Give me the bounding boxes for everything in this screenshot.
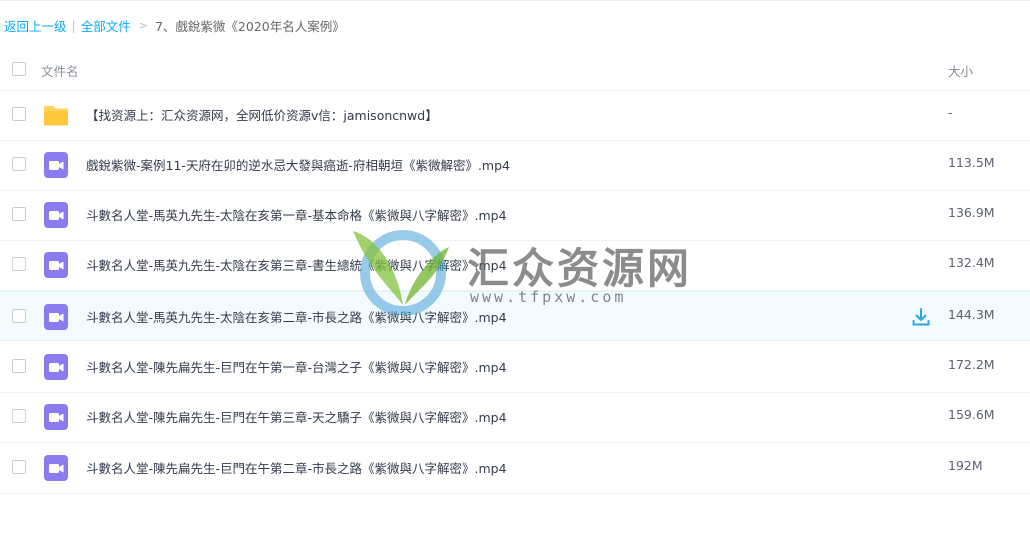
breadcrumb-separator: |: [71, 17, 76, 33]
video-icon: [44, 152, 68, 178]
breadcrumb: 返回上一级 | 全部文件 > 7、戲銳紫微《2020年名人案例》: [4, 15, 345, 35]
file-name[interactable]: 斗數名人堂-陳先扁先生-巨門在午第三章-天之驕子《紫微與八字解密》.mp4: [86, 407, 507, 426]
row-checkbox[interactable]: [12, 409, 26, 423]
file-name[interactable]: 斗數名人堂-馬英九先生-太陰在亥第三章-書生總統《紫微與八字解密》.mp4: [86, 255, 507, 274]
download-icon[interactable]: [911, 307, 931, 327]
file-size: 144.3M: [948, 307, 995, 322]
column-header-size[interactable]: 大小: [948, 61, 973, 80]
file-list-header: 文件名 大小: [0, 48, 1030, 91]
column-header-name[interactable]: 文件名: [41, 61, 79, 80]
video-icon: [44, 455, 68, 481]
video-icon: [44, 404, 68, 430]
file-row[interactable]: 【找资源上：汇众资源网，全网低价资源v信：jamisoncnwd】 -: [0, 90, 1030, 141]
breadcrumb-current-folder: 7、戲銳紫微《2020年名人案例》: [154, 18, 345, 34]
file-size: 192M: [948, 458, 983, 473]
file-size: 132.4M: [948, 255, 995, 270]
row-checkbox[interactable]: [12, 107, 26, 121]
video-icon: [44, 252, 68, 278]
row-checkbox[interactable]: [12, 207, 26, 221]
file-row-hovered[interactable]: 斗數名人堂-馬英九先生-太陰在亥第二章-市長之路《紫微與八字解密》.mp4 14…: [0, 291, 1030, 341]
all-files-link[interactable]: 全部文件: [81, 16, 131, 35]
file-row[interactable]: 斗數名人堂-陳先扁先生-巨門在午第二章-市長之路《紫微與八字解密》.mp4 19…: [0, 443, 1030, 494]
file-name[interactable]: 斗數名人堂-馬英九先生-太陰在亥第二章-市長之路《紫微與八字解密》.mp4: [86, 307, 507, 326]
file-size: 113.5M: [948, 155, 995, 170]
file-name[interactable]: 戲銳紫微-案例11-天府在卯的逆水忌大發與癌逝-府相朝垣《紫微解密》.mp4: [86, 155, 510, 174]
breadcrumb-arrow: >: [138, 18, 148, 32]
back-link[interactable]: 返回上一级: [4, 16, 67, 35]
file-row[interactable]: 斗數名人堂-馬英九先生-太陰在亥第一章-基本命格《紫微與八字解密》.mp4 13…: [0, 190, 1030, 241]
row-checkbox[interactable]: [12, 157, 26, 171]
file-name[interactable]: 【找资源上：汇众资源网，全网低价资源v信：jamisoncnwd】: [86, 105, 438, 124]
row-checkbox[interactable]: [12, 359, 26, 373]
file-name[interactable]: 斗數名人堂-陳先扁先生-巨門在午第二章-市長之路《紫微與八字解密》.mp4: [86, 458, 507, 477]
file-row[interactable]: 斗數名人堂-陳先扁先生-巨門在午第一章-台灣之子《紫微與八字解密》.mp4 17…: [0, 342, 1030, 393]
row-checkbox[interactable]: [12, 257, 26, 271]
video-icon: [44, 304, 68, 330]
select-all-checkbox[interactable]: [12, 62, 26, 76]
file-size: 172.2M: [948, 357, 995, 372]
video-icon: [44, 354, 68, 380]
file-name[interactable]: 斗數名人堂-陳先扁先生-巨門在午第一章-台灣之子《紫微與八字解密》.mp4: [86, 357, 507, 376]
file-size: 136.9M: [948, 205, 995, 220]
file-name[interactable]: 斗數名人堂-馬英九先生-太陰在亥第一章-基本命格《紫微與八字解密》.mp4: [86, 205, 507, 224]
top-divider: [0, 0, 1030, 5]
file-row[interactable]: 斗數名人堂-馬英九先生-太陰在亥第三章-書生總統《紫微與八字解密》.mp4 13…: [0, 240, 1030, 291]
file-size: 159.6M: [948, 407, 995, 422]
file-row[interactable]: 戲銳紫微-案例11-天府在卯的逆水忌大發與癌逝-府相朝垣《紫微解密》.mp4 1…: [0, 140, 1030, 191]
file-size: -: [948, 105, 953, 120]
file-row[interactable]: 斗數名人堂-陳先扁先生-巨門在午第三章-天之驕子《紫微與八字解密》.mp4 15…: [0, 392, 1030, 443]
row-checkbox[interactable]: [12, 460, 26, 474]
row-checkbox[interactable]: [12, 309, 26, 323]
video-icon: [44, 202, 68, 228]
folder-icon: [44, 106, 68, 126]
